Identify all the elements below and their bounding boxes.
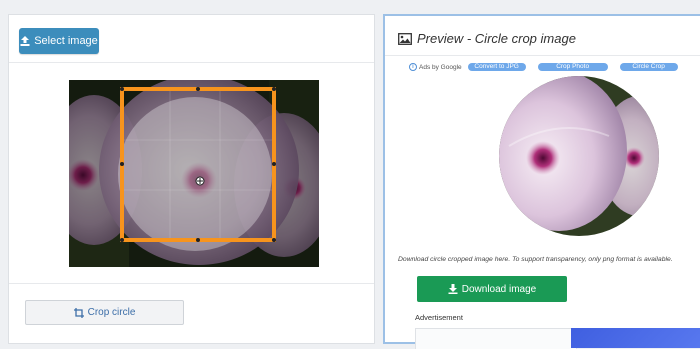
move-cursor-icon — [195, 176, 205, 186]
ad-link-convert-jpg[interactable]: Convert to JPG — [467, 63, 526, 71]
source-photo — [69, 80, 319, 267]
info-icon: i — [409, 63, 417, 71]
select-image-label: Select image — [34, 35, 98, 47]
download-image-button[interactable]: Download image — [417, 276, 567, 302]
divider — [385, 55, 700, 56]
editor-panel: Select image Crop circle — [8, 14, 375, 344]
ad-link-crop-photo[interactable]: Crop Photo — [537, 63, 608, 71]
advertisement-banner[interactable] — [571, 328, 700, 348]
download-note: Download circle cropped image here. To s… — [398, 256, 673, 263]
ads-by-google[interactable]: i Ads by Google — [409, 63, 462, 71]
select-image-button[interactable]: Select image — [19, 28, 99, 54]
divider — [9, 283, 374, 284]
crop-icon — [73, 307, 84, 318]
advertisement-frame[interactable] — [415, 328, 577, 349]
preview-title: Preview - Circle crop image — [417, 31, 576, 46]
upload-icon — [20, 36, 30, 46]
divider — [9, 62, 374, 63]
advertisement-label: Advertisement — [415, 313, 463, 322]
preview-panel: Preview - Circle crop image i Ads by Goo… — [383, 14, 700, 349]
ads-by-google-label: Ads by Google — [419, 63, 462, 71]
preview-heading: Preview - Circle crop image — [398, 31, 576, 46]
circle-crop-preview — [499, 76, 659, 236]
crop-canvas[interactable] — [69, 80, 319, 267]
crop-circle-button[interactable]: Crop circle — [25, 300, 184, 325]
download-image-label: Download image — [461, 283, 537, 295]
ad-link-circle-crop[interactable]: Circle Crop — [619, 63, 678, 71]
download-icon — [448, 284, 458, 294]
crop-circle-label: Crop circle — [87, 307, 136, 318]
ads-row: i Ads by Google Convert to JPG Crop Phot… — [409, 63, 678, 71]
image-icon — [398, 32, 412, 45]
